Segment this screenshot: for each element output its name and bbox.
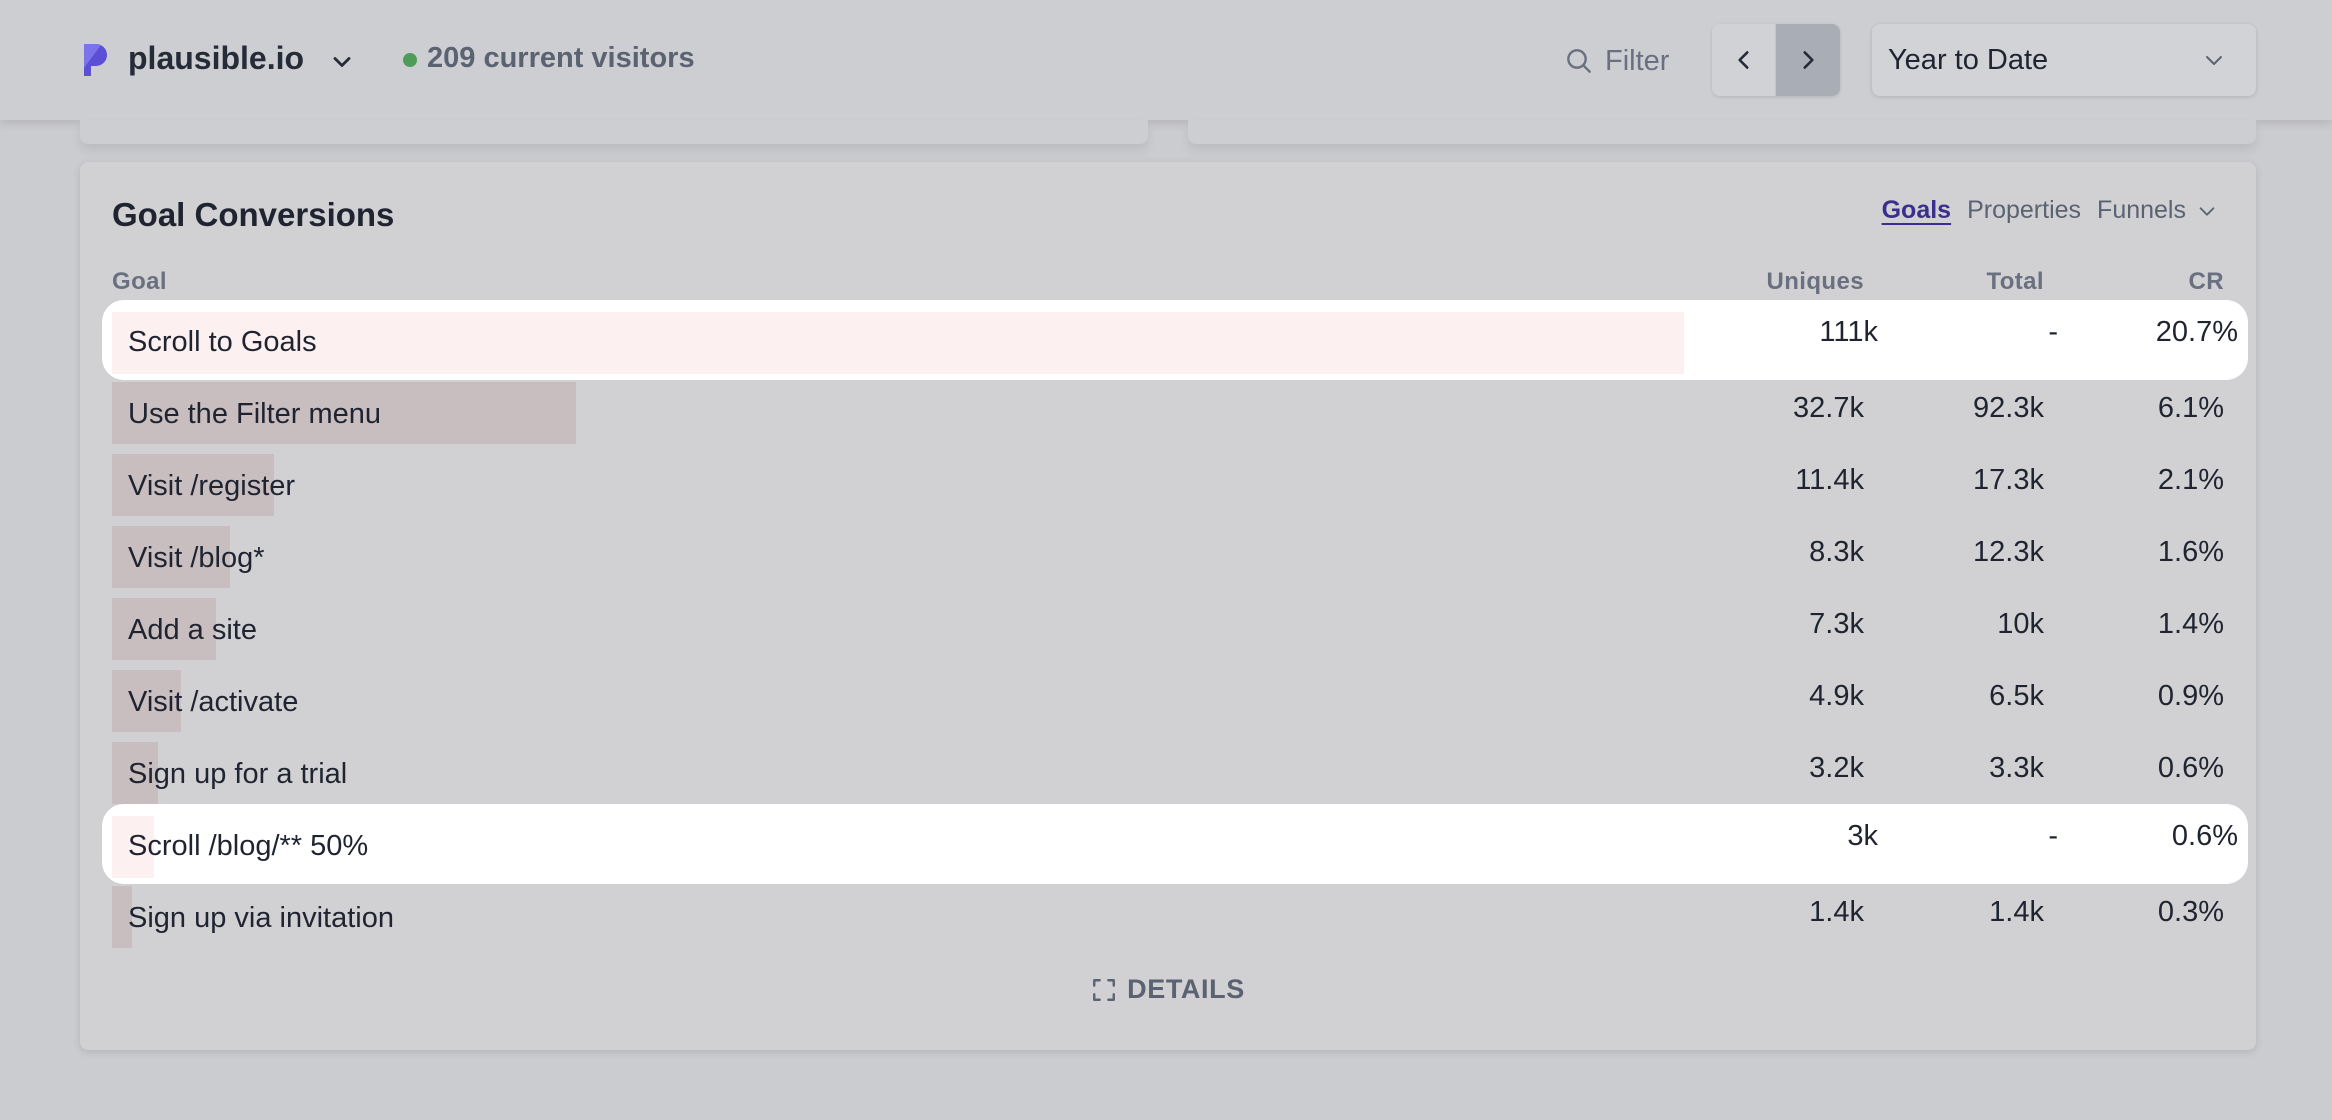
- plausible-logo-icon[interactable]: [80, 42, 110, 78]
- expand-icon: [1093, 978, 1116, 1001]
- row-total: 10k: [1997, 608, 2044, 640]
- row-cr: 1.6%: [2157, 536, 2224, 568]
- chevron-down-icon[interactable]: [328, 48, 356, 76]
- row-cr: 20.7%: [2155, 316, 2238, 348]
- row-cr: 0.3%: [2157, 896, 2224, 928]
- goal-name[interactable]: Visit /register: [128, 470, 295, 503]
- row-total: -: [2048, 820, 2058, 852]
- goal-conversions-card: Goal Conversions Goals Properties Funnel…: [80, 162, 2256, 1050]
- table-row[interactable]: Scroll to Goals 111k - 20.7%: [102, 300, 2248, 380]
- row-total: 12.3k: [1973, 536, 2044, 568]
- row-cr: 6.1%: [2157, 392, 2224, 424]
- previous-period-button[interactable]: [1712, 24, 1776, 96]
- goal-name[interactable]: Sign up via invitation: [128, 902, 394, 935]
- goal-name[interactable]: Use the Filter menu: [128, 398, 381, 431]
- row-uniques: 4.9k: [1809, 680, 1864, 712]
- site-name[interactable]: plausible.io: [128, 40, 304, 77]
- chevron-left-icon: [1737, 51, 1749, 69]
- table-row[interactable]: Scroll /blog/** 50% 3k - 0.6%: [102, 804, 2248, 884]
- goal-name[interactable]: Visit /activate: [128, 686, 298, 719]
- live-indicator-dot: [403, 53, 417, 67]
- row-uniques: 7.3k: [1809, 608, 1864, 640]
- tab-funnels[interactable]: Funnels: [2097, 196, 2186, 225]
- row-total: 1.4k: [1989, 896, 2044, 928]
- row-cr: 0.6%: [2171, 820, 2238, 852]
- filter-button[interactable]: Filter: [1563, 40, 1669, 82]
- details-button[interactable]: DETAILS: [80, 974, 2256, 1005]
- row-uniques: 8.3k: [1809, 536, 1864, 568]
- column-header-goal: Goal: [112, 268, 167, 295]
- previous-card-right: [1188, 120, 2256, 144]
- goal-name[interactable]: Add a site: [128, 614, 257, 647]
- table-row[interactable]: Sign up via invitation 1.4k 1.4k 0.3%: [80, 886, 2256, 958]
- period-label: Year to Date: [1888, 44, 2049, 76]
- card-title: Goal Conversions: [112, 196, 395, 233]
- table-row[interactable]: Visit /activate 4.9k 6.5k 0.9%: [80, 670, 2256, 742]
- goal-name[interactable]: Sign up for a trial: [128, 758, 347, 791]
- row-uniques: 3k: [1847, 820, 1878, 852]
- tab-properties[interactable]: Properties: [1967, 196, 2081, 225]
- row-total: 3.3k: [1989, 752, 2044, 784]
- goal-name[interactable]: Scroll /blog/** 50%: [128, 830, 368, 863]
- table-row[interactable]: Use the Filter menu 32.7k 92.3k 6.1%: [80, 382, 2256, 454]
- card-tabs: Goals Properties Funnels: [1882, 196, 2218, 225]
- row-uniques: 111k: [1819, 316, 1878, 348]
- column-header-cr[interactable]: CR: [2189, 268, 2224, 296]
- tab-goals[interactable]: Goals: [1882, 196, 1951, 225]
- details-label: DETAILS: [1127, 974, 1245, 1004]
- row-total: 6.5k: [1989, 680, 2044, 712]
- row-total: 17.3k: [1973, 464, 2044, 496]
- previous-card-left: [80, 120, 1148, 144]
- row-total: -: [2048, 316, 2058, 348]
- search-icon: [1567, 49, 1591, 73]
- top-bar: plausible.io 209 current visitors Filter…: [0, 0, 2332, 120]
- goal-name[interactable]: Scroll to Goals: [128, 326, 317, 359]
- row-total: 92.3k: [1973, 392, 2044, 424]
- table-row[interactable]: Visit /blog* 8.3k 12.3k 1.6%: [80, 526, 2256, 598]
- column-header-total[interactable]: Total: [1986, 268, 2044, 296]
- row-uniques: 1.4k: [1809, 896, 1864, 928]
- goal-name[interactable]: Visit /blog*: [128, 542, 265, 575]
- row-uniques: 11.4k: [1795, 464, 1864, 496]
- period-select[interactable]: Year to Date: [1872, 24, 2256, 96]
- row-bar: [112, 312, 1684, 374]
- chevron-down-icon: [2206, 56, 2222, 65]
- chevron-right-icon: [1803, 51, 1814, 69]
- row-uniques: 3.2k: [1809, 752, 1864, 784]
- filter-label: Filter: [1605, 44, 1670, 77]
- row-cr: 2.1%: [2157, 464, 2224, 496]
- next-period-button[interactable]: [1776, 24, 1840, 96]
- row-uniques: 32.7k: [1793, 392, 1864, 424]
- period-navigation: [1712, 24, 1840, 96]
- row-cr: 1.4%: [2157, 608, 2224, 640]
- table-row[interactable]: Add a site 7.3k 10k 1.4%: [80, 598, 2256, 670]
- chevron-down-icon[interactable]: [2196, 200, 2218, 222]
- column-header-uniques[interactable]: Uniques: [1767, 268, 1864, 296]
- table-row[interactable]: Visit /register 11.4k 17.3k 2.1%: [80, 454, 2256, 526]
- row-cr: 0.9%: [2157, 680, 2224, 712]
- current-visitors[interactable]: 209 current visitors: [427, 42, 695, 75]
- row-cr: 0.6%: [2157, 752, 2224, 784]
